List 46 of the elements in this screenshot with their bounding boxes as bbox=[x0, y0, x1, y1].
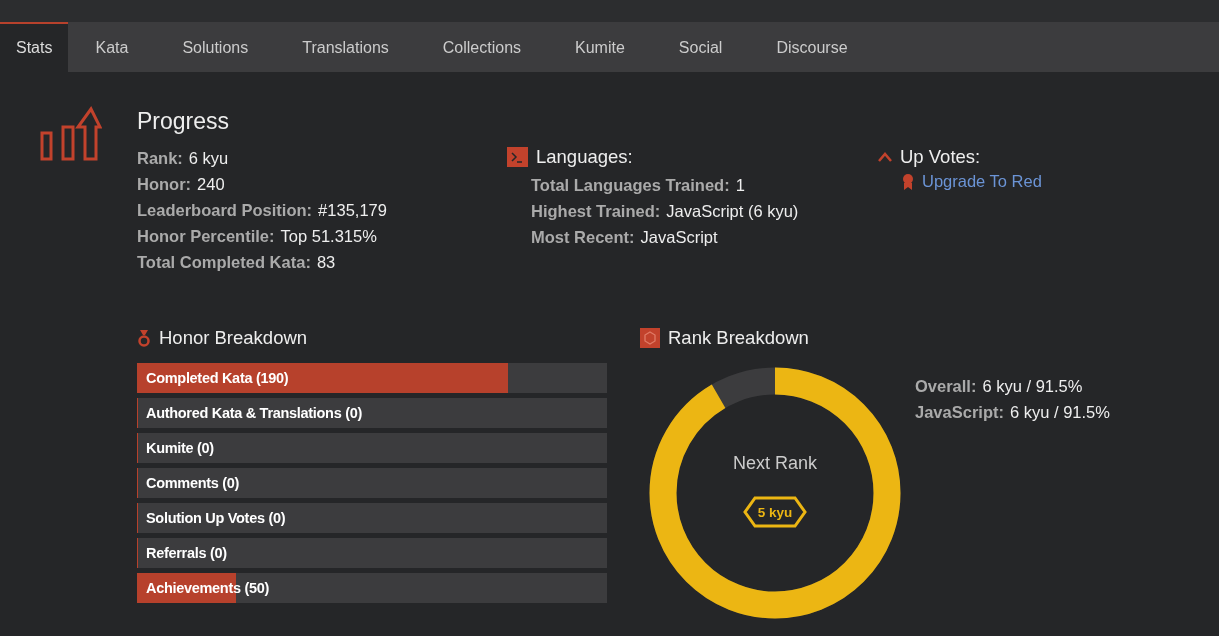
next-rank-label: Next Rank bbox=[732, 453, 817, 474]
stat-value: 6 kyu bbox=[188, 149, 229, 167]
rank-breakdown-title: Rank Breakdown bbox=[668, 327, 809, 349]
nav-tab[interactable]: Stats bbox=[0, 22, 69, 72]
stat-label: Leaderboard Position: bbox=[137, 201, 313, 219]
stat-label: Rank: bbox=[137, 149, 183, 167]
nav-tab[interactable]: Social bbox=[651, 22, 750, 72]
progress-title: Progress bbox=[137, 108, 231, 135]
stat-value: 83 bbox=[316, 253, 336, 271]
stat-label: Most Recent: bbox=[531, 228, 635, 246]
stat-label: Honor Percentile: bbox=[137, 227, 275, 245]
chevron-up-icon bbox=[878, 152, 892, 162]
stat-value: 240 bbox=[197, 175, 225, 193]
nav-tab[interactable]: Collections bbox=[415, 22, 549, 72]
ribbon-icon bbox=[902, 172, 914, 191]
stat-label: Total Completed Kata: bbox=[137, 253, 311, 271]
honor-bar-label: Referrals (0) bbox=[145, 544, 227, 563]
nav-tab[interactable]: Kata bbox=[68, 22, 156, 72]
stat-label: Honor: bbox=[137, 175, 192, 193]
nav-tab[interactable]: Discourse bbox=[749, 22, 875, 72]
stat-value: JavaScript bbox=[640, 228, 718, 246]
nav-tab[interactable]: Translations bbox=[275, 22, 416, 72]
stat-label: Overall: bbox=[915, 377, 977, 395]
languages-title: Languages: bbox=[536, 146, 633, 168]
stat-value: Top 51.315% bbox=[280, 227, 377, 245]
honor-bar-label: Comments (0) bbox=[145, 474, 240, 493]
stat-label: Total Languages Trained: bbox=[531, 176, 730, 194]
stat-label: JavaScript: bbox=[915, 403, 1004, 421]
up-votes-title: Up Votes: bbox=[900, 146, 981, 168]
nav-tab[interactable]: Kumite bbox=[548, 22, 652, 72]
honor-bar-label: Completed Kata (190) bbox=[145, 369, 289, 388]
medal-icon bbox=[137, 329, 151, 347]
terminal-icon bbox=[507, 147, 528, 167]
honor-breakdown-title: Honor Breakdown bbox=[159, 327, 308, 349]
stat-value: 6 kyu / 91.5% bbox=[1009, 403, 1110, 421]
honor-bar-label: Kumite (0) bbox=[145, 439, 214, 458]
stat-value: 1 bbox=[735, 176, 745, 194]
stat-value: #135,179 bbox=[318, 201, 387, 219]
stat-label: Highest Trained: bbox=[531, 202, 661, 220]
rank-badge: 5 kyu bbox=[743, 496, 807, 528]
honor-bar-label: Solution Up Votes (0) bbox=[145, 509, 286, 528]
stat-value: JavaScript (6 kyu) bbox=[666, 202, 799, 220]
upgrade-link[interactable]: Upgrade To Red bbox=[922, 172, 1042, 191]
stat-value: 6 kyu / 91.5% bbox=[982, 377, 1083, 395]
nav-tab[interactable]: Solutions bbox=[155, 22, 276, 72]
honor-bar-label: Authored Kata & Translations (0) bbox=[145, 404, 362, 423]
